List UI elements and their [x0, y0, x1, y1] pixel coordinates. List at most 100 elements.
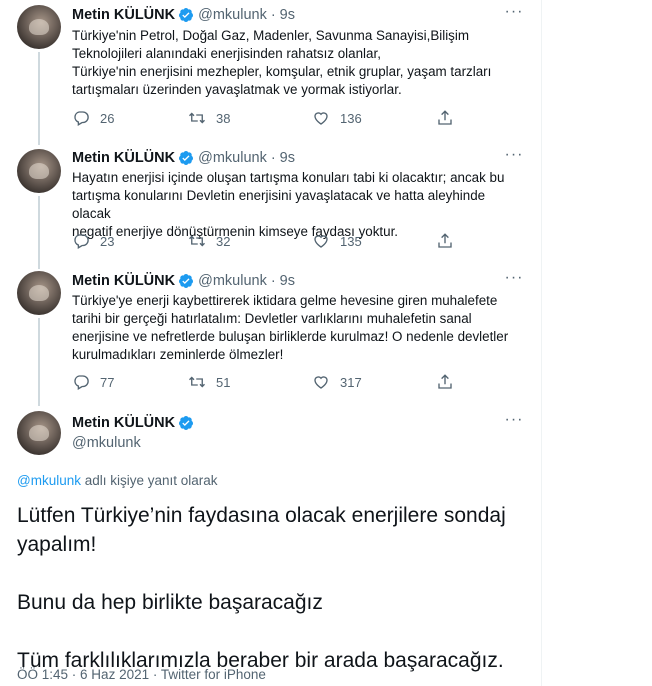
- tweet-text-line: yapalım!: [17, 533, 97, 556]
- tweet-text: Lütfen Türkiye’nin faydasına olacak ener…: [17, 501, 527, 675]
- tweet-time[interactable]: 9s: [280, 150, 295, 166]
- avatar[interactable]: [17, 271, 61, 315]
- tweet-actions: 77 51 317: [72, 373, 472, 393]
- share-icon: [438, 233, 452, 248]
- like-count: 136: [340, 110, 362, 126]
- reply-count: 26: [100, 110, 115, 126]
- reply-button[interactable]: 77: [72, 373, 114, 391]
- tweet-text-line: Türkiye'ye enerji kaybettirerek iktidara…: [72, 293, 498, 308]
- share-button[interactable]: [436, 232, 464, 250]
- retweet-count: 38: [216, 110, 231, 126]
- separator-dot: ·: [270, 7, 276, 23]
- reply-context: @mkulunk adlı kişiye yanıt olarak: [17, 473, 218, 488]
- separator-dot: ·: [152, 667, 161, 682]
- reply-button[interactable]: 23: [72, 232, 114, 250]
- thread-tweet-1[interactable]: Metin KÜLÜNK @mkulunk · 9s ··· Türkiye'n…: [0, 0, 542, 145]
- like-icon: [314, 235, 328, 248]
- retweet-icon: [189, 235, 205, 247]
- like-icon: [314, 112, 328, 125]
- retweet-count: 32: [216, 233, 231, 249]
- verified-badge-icon: [179, 151, 194, 165]
- verified-badge-icon: [179, 416, 194, 430]
- tweet-actions: 23 32 135: [72, 232, 472, 252]
- reply-to-link[interactable]: @mkulunk: [17, 473, 81, 488]
- tweet-text-line: tarihi bir gerçeği hatırlatalım: Devletl…: [72, 311, 472, 326]
- tweet-metadata: ÖÖ 1:45 · 6 Haz 2021 · Twitter for iPhon…: [17, 667, 266, 682]
- reply-to-label: adlı kişiye yanıt olarak: [80, 473, 218, 488]
- focused-tweet: Metin KÜLÜNK @mkulunk ··· @mkulunk adlı …: [0, 406, 542, 686]
- tweet-text: Hayatın enerjisi içinde oluşan tartışma …: [72, 169, 527, 241]
- reply-icon: [74, 234, 89, 249]
- tweet-text-line: tartışma konularını Devletin enerjisini …: [72, 188, 486, 221]
- tweet-text-line: Teknolojileri alanındaki enerjisinden ra…: [72, 46, 381, 61]
- author-handle[interactable]: @mkulunk: [198, 7, 267, 23]
- tweet-header: Metin KÜLÜNK: [72, 414, 198, 432]
- author-name[interactable]: Metin KÜLÜNK: [72, 273, 175, 289]
- verified-badge-icon: [179, 274, 194, 288]
- tweet-text: Türkiye'ye enerji kaybettirerek iktidara…: [72, 292, 527, 364]
- verified-badge-icon: [179, 8, 194, 22]
- thread-tweet-2[interactable]: Metin KÜLÜNK @mkulunk · 9s ··· Hayatın e…: [0, 145, 542, 269]
- avatar[interactable]: [17, 411, 61, 455]
- avatar[interactable]: [17, 149, 61, 193]
- author-handle[interactable]: @mkulunk: [198, 150, 267, 166]
- share-button[interactable]: [436, 373, 464, 391]
- tweet-header: Metin KÜLÜNK @mkulunk · 9s: [72, 272, 295, 290]
- share-button[interactable]: [436, 109, 464, 127]
- thread-tweet-3[interactable]: Metin KÜLÜNK @mkulunk · 9s ··· Türkiye'y…: [0, 269, 542, 406]
- reply-icon: [74, 375, 89, 390]
- author-name[interactable]: Metin KÜLÜNK: [72, 150, 175, 166]
- like-button[interactable]: 135: [312, 232, 362, 250]
- tweet-time[interactable]: 9s: [280, 273, 295, 289]
- reply-icon: [74, 111, 89, 126]
- separator-dot: ·: [71, 667, 81, 682]
- more-icon[interactable]: ···: [504, 412, 524, 432]
- author-name[interactable]: Metin KÜLÜNK: [72, 7, 175, 23]
- tweet-text-line: [17, 617, 527, 646]
- tweet-text-line: Lütfen Türkiye’nin faydasına olacak ener…: [17, 504, 506, 527]
- retweet-button[interactable]: 38: [188, 109, 230, 127]
- like-icon: [314, 376, 328, 389]
- tweet-time[interactable]: 9s: [280, 7, 295, 23]
- avatar[interactable]: [17, 5, 61, 49]
- like-count: 317: [340, 374, 362, 390]
- tweet-source[interactable]: Twitter for iPhone: [161, 667, 266, 682]
- share-icon: [438, 374, 452, 389]
- tweet-text-line: Türkiye'nin enerjisini mezhepler, komşul…: [72, 64, 492, 79]
- more-icon[interactable]: ···: [504, 147, 524, 167]
- tweet-text: Türkiye'nin Petrol, Doğal Gaz, Madenler,…: [72, 27, 527, 99]
- tweet-text-line: Bunu da hep birlikte başaracağız: [17, 591, 323, 614]
- thread-connector: [38, 318, 40, 406]
- more-icon[interactable]: ···: [504, 270, 524, 290]
- thread-connector: [38, 196, 40, 269]
- tweet-text-line: enerjisine ve nefretlerde buluşan birlik…: [72, 329, 509, 344]
- tweet-actions: 26 38 136: [72, 109, 472, 129]
- separator-dot: ·: [270, 150, 276, 166]
- author-handle[interactable]: @mkulunk: [72, 435, 141, 451]
- tweet-thread: Metin KÜLÜNK @mkulunk · 9s ··· Türkiye'n…: [0, 0, 542, 686]
- reply-button[interactable]: 26: [72, 109, 114, 127]
- author-name[interactable]: Metin KÜLÜNK: [72, 415, 175, 431]
- tweet-header: Metin KÜLÜNK @mkulunk · 9s: [72, 149, 295, 167]
- retweet-count: 51: [216, 374, 231, 390]
- tweet-text-line: tartışmaları üzerinden yavaşlatmak ve yo…: [72, 82, 402, 97]
- tweet-header: Metin KÜLÜNK @mkulunk · 9s: [72, 6, 295, 24]
- like-button[interactable]: 317: [312, 373, 362, 391]
- thread-connector: [38, 52, 40, 145]
- tweet-text-line: Hayatın enerjisi içinde oluşan tartışma …: [72, 170, 505, 185]
- reply-count: 77: [100, 374, 115, 390]
- like-count: 135: [340, 233, 362, 249]
- retweet-icon: [189, 376, 205, 388]
- reply-count: 23: [100, 233, 115, 249]
- tweet-text-line: kurulmadıkları zeminlerde ölmezler!: [72, 347, 284, 362]
- retweet-icon: [189, 112, 205, 124]
- retweet-button[interactable]: 51: [188, 373, 230, 391]
- tweet-text-line: [17, 559, 527, 588]
- share-icon: [438, 110, 452, 125]
- author-handle[interactable]: @mkulunk: [198, 273, 267, 289]
- tweet-date[interactable]: 6 Haz 2021: [80, 667, 149, 682]
- more-icon[interactable]: ···: [504, 4, 524, 24]
- tweet-time[interactable]: ÖÖ 1:45: [17, 667, 68, 682]
- retweet-button[interactable]: 32: [188, 232, 230, 250]
- like-button[interactable]: 136: [312, 109, 362, 127]
